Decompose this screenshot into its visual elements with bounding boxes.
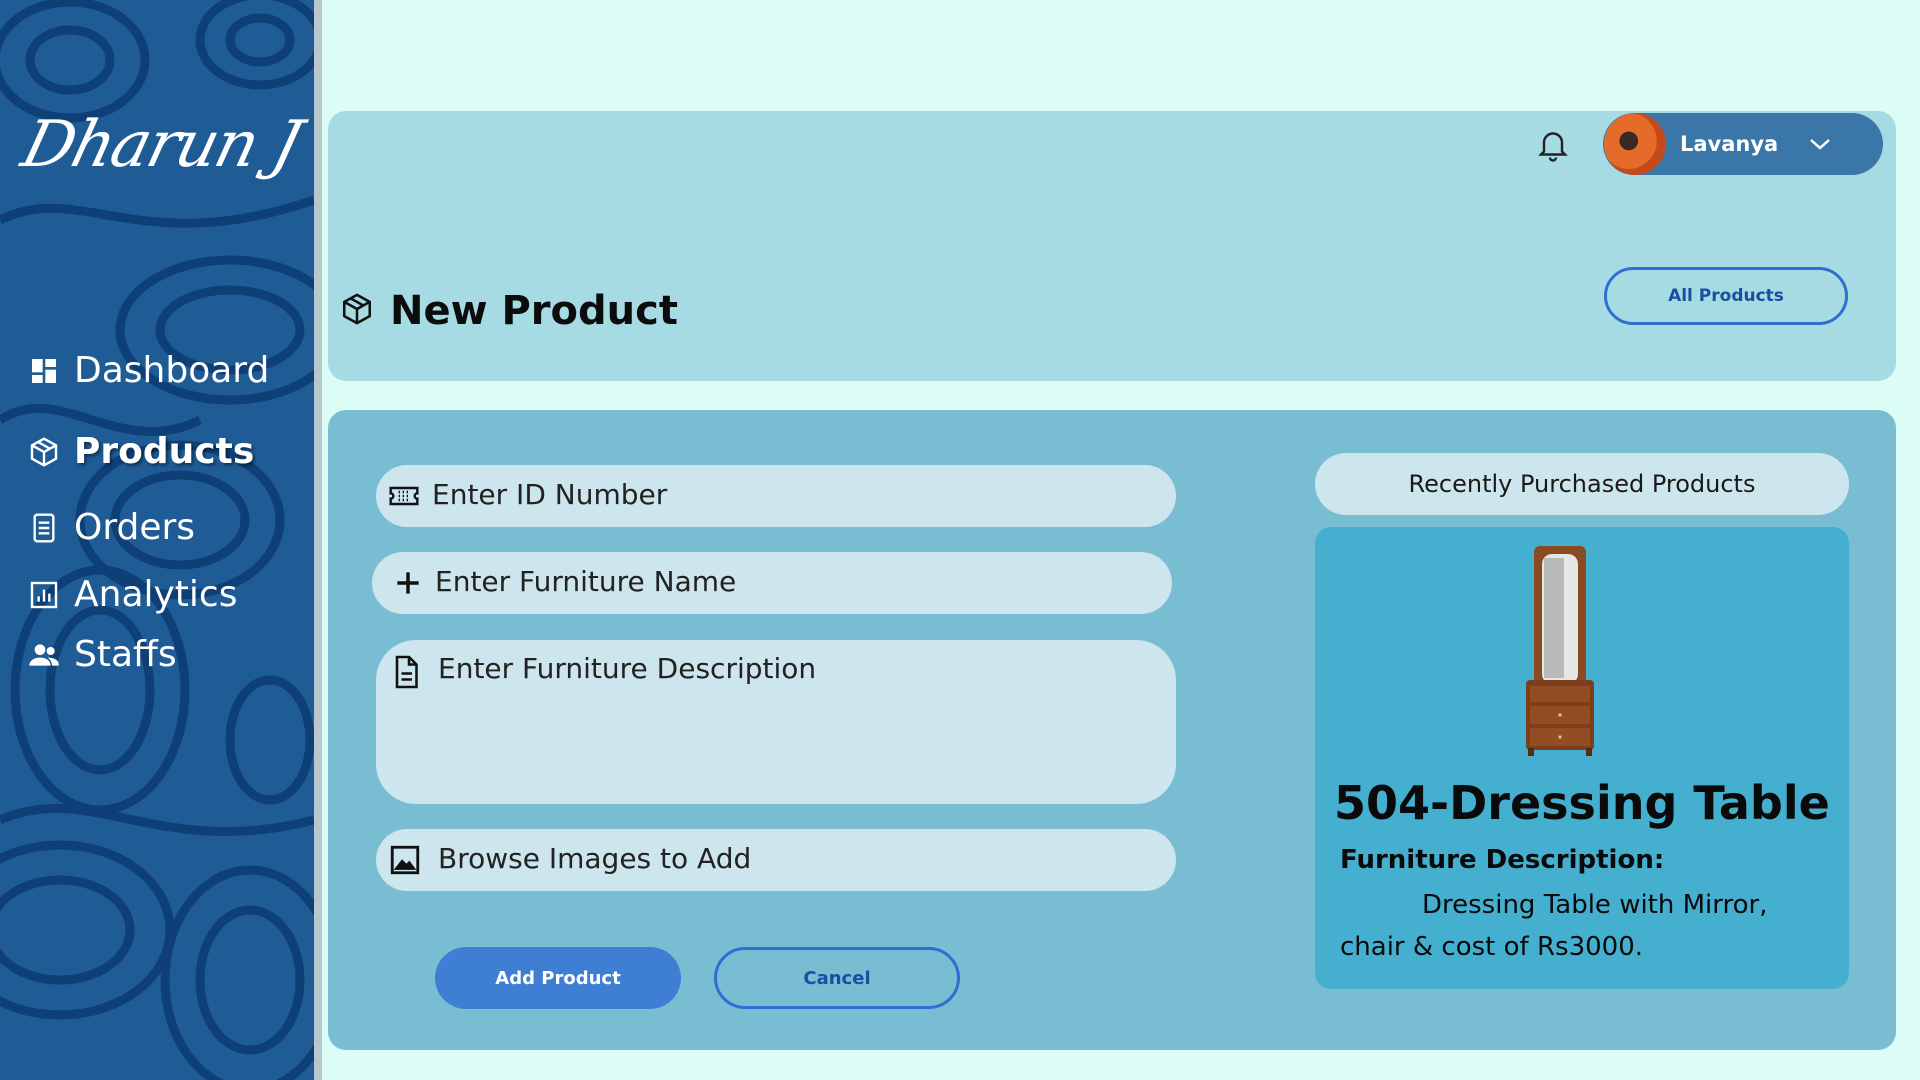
orders-icon xyxy=(28,512,60,544)
sidebar-item-staffs[interactable]: Staffs xyxy=(28,634,177,675)
add-product-button[interactable]: Add Product xyxy=(435,947,681,1009)
product-title: 504-Dressing Table xyxy=(1334,776,1830,830)
sidebar-item-dashboard[interactable]: Dashboard xyxy=(28,350,269,391)
box-icon xyxy=(28,436,60,468)
bell-icon[interactable] xyxy=(1535,126,1571,162)
browse-images-placeholder: Browse Images to Add xyxy=(438,842,752,875)
sidebar-item-label: Staffs xyxy=(74,634,177,675)
document-icon xyxy=(388,654,424,690)
ticket-icon xyxy=(388,480,420,512)
sidebar-item-orders[interactable]: Orders xyxy=(28,507,195,548)
chevron-down-icon[interactable] xyxy=(1808,134,1832,154)
sidebar-item-label: Analytics xyxy=(74,574,238,615)
dashboard-icon xyxy=(28,355,60,387)
sidebar-item-analytics[interactable]: Analytics xyxy=(28,574,237,615)
users-icon xyxy=(28,639,60,671)
cancel-button[interactable]: Cancel xyxy=(714,947,960,1009)
browse-images-field[interactable]: Browse Images to Add xyxy=(376,829,1176,891)
page-title: New Product xyxy=(390,288,678,334)
all-products-button[interactable]: All Products xyxy=(1604,267,1848,325)
image-icon xyxy=(388,843,420,875)
user-name: Lavanya xyxy=(1680,132,1779,156)
furniture-description-placeholder: Enter Furniture Description xyxy=(438,652,817,685)
plus-icon xyxy=(392,567,424,599)
furniture-name-field[interactable]: Enter Furniture Name xyxy=(372,552,1172,614)
sidebar-item-label: Dashboard xyxy=(74,350,270,391)
box-icon xyxy=(340,292,374,330)
sidebar-item-label: Products xyxy=(74,431,255,472)
furniture-name-placeholder: Enter Furniture Name xyxy=(435,565,737,598)
description-text: Dressing Table with Mirror, chair & cost… xyxy=(1340,890,1768,962)
brand-signature: Dharun J xyxy=(14,108,307,182)
avatar[interactable] xyxy=(1604,113,1666,175)
product-image xyxy=(1526,546,1594,756)
analytics-icon xyxy=(28,579,60,611)
description-label: Furniture Description: xyxy=(1340,845,1665,875)
sidebar-item-label: Orders xyxy=(74,507,196,548)
sidebar-item-products[interactable]: Products xyxy=(28,431,254,472)
page-heading: New Product xyxy=(340,288,678,334)
furniture-description-field[interactable]: Enter Furniture Description xyxy=(376,640,1176,804)
recent-products-header: Recently Purchased Products xyxy=(1315,453,1849,515)
id-number-field[interactable]: Enter ID Number xyxy=(376,465,1176,527)
sidebar: Dharun J Dashboard Products Orders Analy… xyxy=(0,0,314,1080)
id-number-placeholder: Enter ID Number xyxy=(432,478,668,511)
